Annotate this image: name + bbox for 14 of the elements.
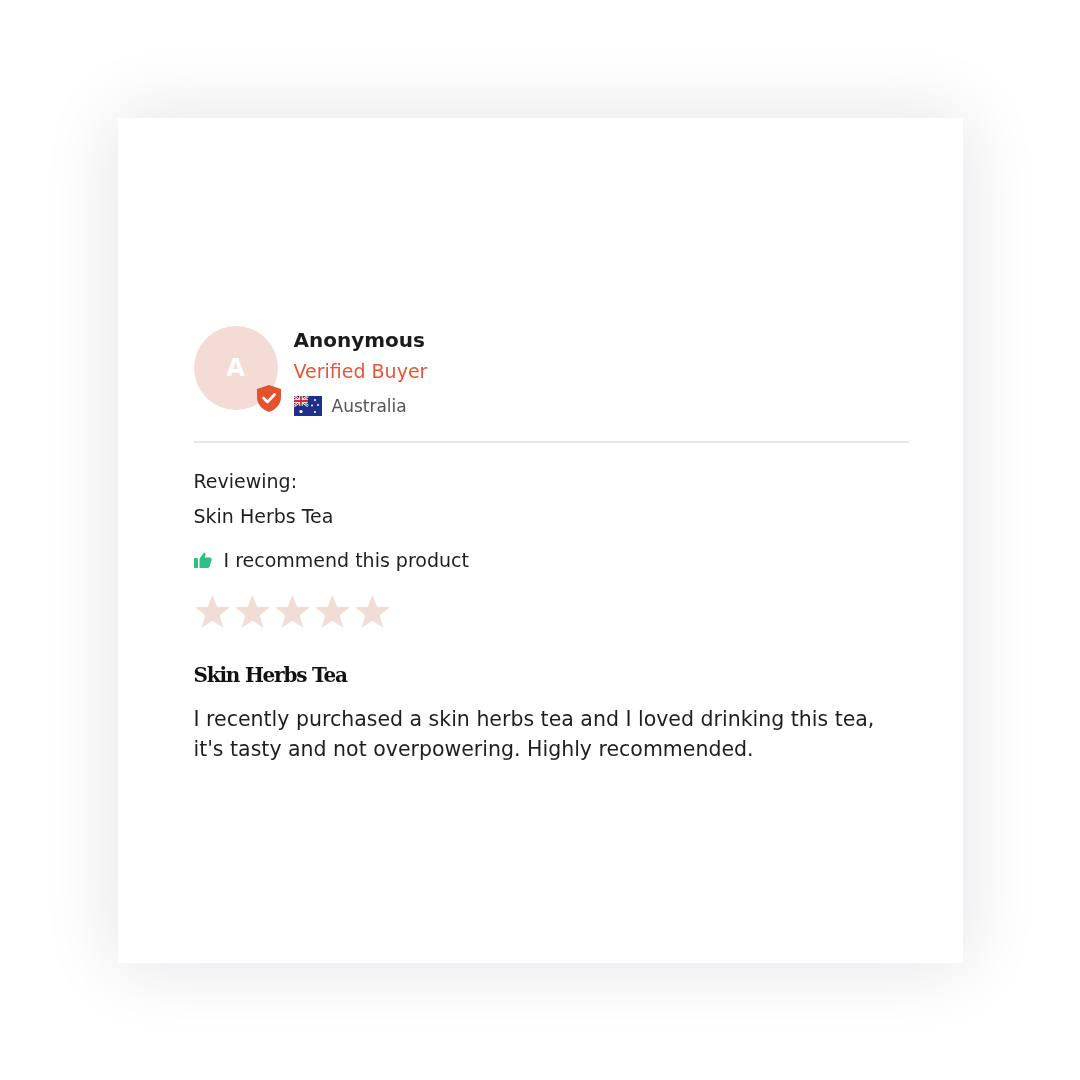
star-icon	[273, 593, 311, 629]
country-label: Australia	[331, 394, 407, 417]
star-icon	[313, 593, 351, 629]
reviewing-label: Reviewing:	[193, 468, 298, 494]
recommendation-text: I recommend this product	[223, 547, 469, 573]
star-icon	[353, 593, 391, 629]
product-name: Skin Herbs Tea	[193, 503, 334, 529]
star-icon	[233, 593, 271, 629]
star-icon	[193, 593, 231, 629]
flag-icon	[293, 395, 322, 416]
review-text: I recently purchased a skin herbs tea and I loved drinking this tea, it's tasty and not overpowering. Highly recommended.	[193, 705, 876, 763]
review-title: Skin Herbs Tea	[193, 661, 347, 689]
verified-buyer-label: Verified Buyer	[293, 358, 428, 384]
reviewer-name: Anonymous	[293, 326, 426, 353]
